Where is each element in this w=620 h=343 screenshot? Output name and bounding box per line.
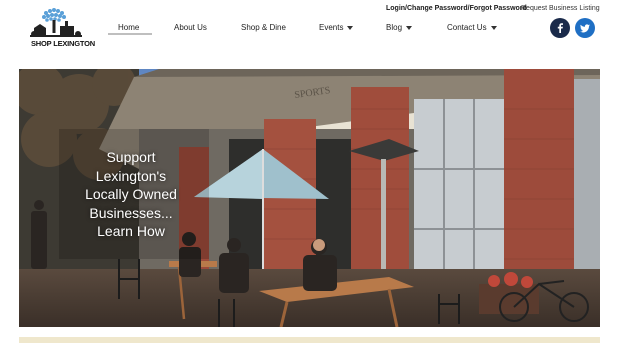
nav-contact-label: Contact Us: [447, 23, 487, 32]
nav-blog[interactable]: Blog: [386, 23, 413, 32]
chevron-down-icon: [490, 25, 497, 30]
request-listing-link[interactable]: Request Business Listing: [521, 5, 600, 12]
chevron-down-icon: [347, 25, 354, 30]
nav-shop-dine[interactable]: Shop & Dine: [241, 23, 286, 32]
nav-blog-label: Blog: [386, 23, 403, 32]
nav-contact[interactable]: Contact Us: [447, 23, 497, 32]
nav-active-underline: [108, 33, 152, 35]
hero-banner[interactable]: SPORTS Support Lexington's Locally Owned…: [19, 69, 600, 327]
hero-cta-line-1: Support: [106, 149, 156, 165]
nav-events[interactable]: Events: [319, 23, 354, 32]
logo-text: SHOP LEXINGTON: [30, 39, 96, 48]
footer-band: [19, 337, 600, 343]
nav-about-label: About Us: [174, 23, 207, 32]
facebook-icon: [557, 23, 563, 33]
facebook-button[interactable]: [550, 18, 570, 38]
hero-cta-line-4: Businesses...: [89, 204, 173, 221]
chevron-down-icon: [406, 25, 413, 30]
nav-home[interactable]: Home: [118, 23, 139, 32]
nav-shop-label: Shop & Dine: [241, 23, 286, 32]
hero-cta-line-5: Learn How: [97, 223, 165, 239]
hero-cta-line-2: Lexington's: [95, 167, 167, 184]
site-logo[interactable]: SHOP LEXINGTON: [28, 6, 98, 50]
hero-cta-line-3: Locally Owned: [85, 186, 177, 202]
hero-cta[interactable]: Support Lexington's Locally Owned Busine…: [76, 148, 186, 241]
page: SHOP LEXINGTON Login/Change Password/For…: [0, 0, 620, 343]
nav-home-label: Home: [118, 23, 140, 32]
login-link[interactable]: Login/Change Password/Forgot Password: [386, 5, 527, 12]
nav-about[interactable]: About Us: [174, 23, 207, 32]
nav-events-label: Events: [319, 23, 344, 32]
twitter-icon: [580, 23, 590, 32]
twitter-button[interactable]: [575, 18, 595, 38]
